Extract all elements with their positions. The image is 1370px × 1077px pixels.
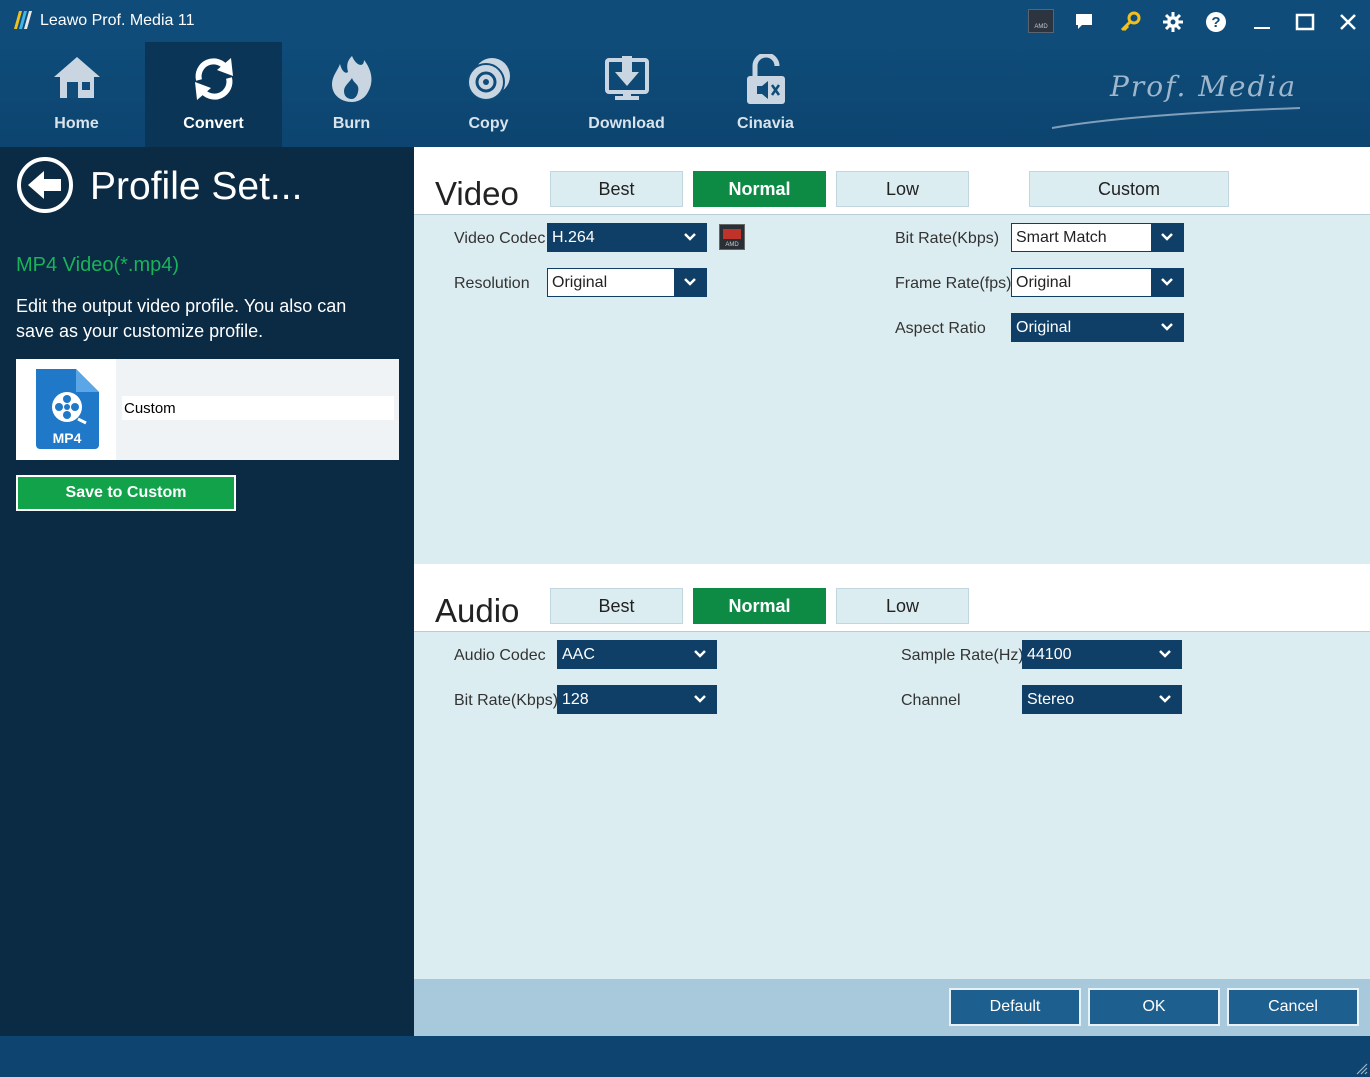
output-format-name: MP4 Video(*.mp4) [16, 254, 180, 276]
aspect-ratio-select[interactable]: Original [1011, 313, 1184, 342]
nav-copy[interactable]: Copy [420, 42, 557, 147]
audio-section-title: Audio [435, 592, 520, 629]
copy-icon [466, 58, 510, 101]
close-icon[interactable] [1335, 9, 1361, 35]
video-bitrate-select[interactable]: Smart Match [1011, 223, 1184, 252]
video-section-title: Video [435, 175, 519, 212]
profile-name-input[interactable] [122, 396, 394, 420]
sample-rate-select[interactable]: 44100 [1022, 640, 1182, 669]
audio-bitrate-label: Bit Rate(Kbps) [454, 692, 559, 709]
amd-hardware-icon[interactable]: AMD [719, 224, 745, 250]
video-preset-best[interactable]: Best [550, 171, 683, 207]
profile-settings-panel: Profile Set... MP4 Video(*.mp4) Edit the… [0, 147, 414, 1036]
audio-section-header: Audio Best Normal Low [414, 564, 1370, 632]
resize-grip-icon[interactable] [1354, 1061, 1368, 1075]
audio-preset-best[interactable]: Best [550, 588, 683, 624]
chevron-down-icon [694, 695, 706, 703]
channel-label: Channel [901, 692, 961, 709]
maximize-icon[interactable] [1292, 9, 1318, 35]
title-bar: Leawo Prof. Media 11 AMD ? [0, 0, 1370, 42]
status-bar [0, 1036, 1370, 1077]
video-codec-label: Video Codec [454, 230, 546, 247]
convert-icon [194, 58, 233, 100]
chevron-down-icon [1159, 650, 1171, 658]
sample-rate-label: Sample Rate(Hz) [901, 647, 1024, 664]
profile-thumbnail: MP4 [16, 359, 116, 460]
mp4-file-icon: MP4 [36, 369, 99, 449]
register-key-icon[interactable] [1117, 9, 1143, 35]
app-logo-icon [14, 11, 32, 29]
page-title: Profile Set... [90, 165, 303, 208]
nav-burn[interactable]: Burn [283, 42, 420, 147]
chevron-down-icon [1161, 323, 1173, 331]
home-icon [53, 57, 100, 98]
main-nav: Home Convert Burn Copy Download Cinavia … [0, 42, 1370, 147]
brand-logo: Prof. Media [1110, 70, 1298, 103]
brand-swoosh [1051, 107, 1301, 129]
ok-button[interactable]: OK [1088, 988, 1220, 1026]
chevron-down-icon [1161, 278, 1173, 286]
nav-convert[interactable]: Convert [145, 42, 282, 147]
save-to-custom-button[interactable]: Save to Custom [16, 475, 236, 511]
cinavia-icon [746, 54, 785, 104]
nav-download[interactable]: Download [558, 42, 695, 147]
video-bitrate-label: Bit Rate(Kbps) [895, 230, 1000, 247]
channel-select[interactable]: Stereo [1022, 685, 1182, 714]
profile-name-box: MP4 [16, 359, 399, 460]
window-title: Leawo Prof. Media 11 [40, 12, 195, 29]
frame-rate-label: Frame Rate(fps) [895, 275, 1012, 292]
burn-icon [331, 56, 371, 102]
chevron-down-icon [1161, 233, 1173, 241]
video-preset-normal[interactable]: Normal [693, 171, 826, 207]
profile-description: Edit the output video profile. You also … [16, 296, 347, 341]
help-icon[interactable]: ? [1203, 9, 1229, 35]
amd-acceleration-icon[interactable]: AMD [1028, 9, 1054, 33]
resolution-label: Resolution [454, 275, 530, 292]
chevron-down-icon [1159, 695, 1171, 703]
audio-codec-label: Audio Codec [454, 647, 546, 664]
chevron-down-icon [694, 650, 706, 658]
audio-codec-select[interactable]: AAC [557, 640, 717, 669]
frame-rate-select[interactable]: Original [1011, 268, 1184, 297]
audio-preset-low[interactable]: Low [836, 588, 969, 624]
video-preset-custom[interactable]: Custom [1029, 171, 1229, 207]
settings-gear-icon[interactable] [1160, 9, 1186, 35]
svg-text:AMD: AMD [725, 242, 739, 248]
download-icon [604, 56, 649, 100]
cancel-button[interactable]: Cancel [1227, 988, 1359, 1026]
back-arrow-icon[interactable] [16, 156, 74, 214]
settings-panel: Video Best Normal Low Custom Video Codec… [414, 147, 1370, 1036]
audio-bitrate-select[interactable]: 128 [557, 685, 717, 714]
chevron-down-icon [684, 278, 696, 286]
resolution-select[interactable]: Original [547, 268, 707, 297]
video-section-header: Video Best Normal Low Custom [414, 147, 1370, 215]
video-codec-select[interactable]: H.264 [547, 223, 707, 252]
audio-preset-normal[interactable]: Normal [693, 588, 826, 624]
minimize-icon[interactable] [1249, 9, 1275, 35]
nav-home[interactable]: Home [8, 42, 145, 147]
nav-cinavia[interactable]: Cinavia [697, 42, 834, 147]
video-preset-low[interactable]: Low [836, 171, 969, 207]
chevron-down-icon [684, 233, 696, 241]
feedback-icon[interactable] [1071, 9, 1097, 35]
mp4-badge-label: MP4 [53, 430, 82, 446]
default-button[interactable]: Default [949, 988, 1081, 1026]
aspect-ratio-label: Aspect Ratio [895, 320, 986, 337]
svg-text:?: ? [1211, 14, 1220, 31]
dialog-footer: Default OK Cancel [414, 979, 1370, 1036]
